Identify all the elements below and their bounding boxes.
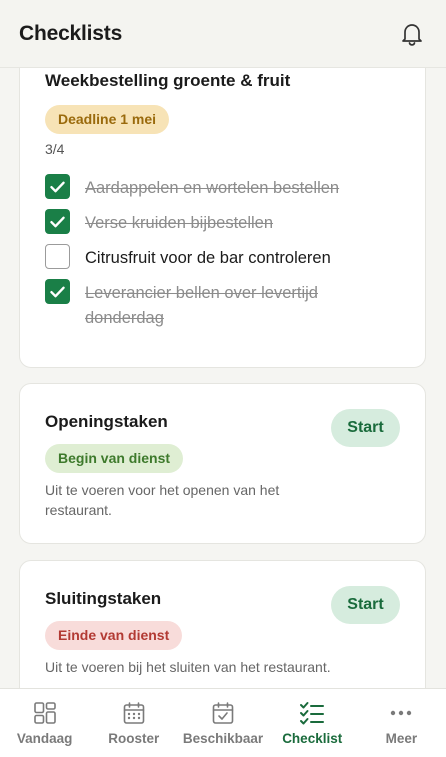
item-label: Citrusfruit voor de bar controleren: [85, 249, 331, 267]
notifications-button[interactable]: [397, 19, 427, 49]
progress-count: 3/4: [45, 141, 65, 157]
start-button[interactable]: Start: [331, 409, 400, 447]
nav-label: Beschikbaar: [182, 731, 264, 746]
shift-badge: Einde van dienst: [45, 621, 183, 650]
check-icon: [50, 181, 65, 192]
card-title: Sluitingstaken: [45, 589, 162, 608]
check-icon: [50, 286, 65, 297]
checklist-card-openingstaken[interactable]: Openingstaken Start Begin van dienst Uit…: [19, 383, 426, 544]
more-dots-icon: [391, 710, 412, 716]
item-label: Leverancier bellen over levertijd donder…: [85, 284, 318, 327]
card-title: Weekbestelling groente & fruit: [45, 71, 291, 90]
checkbox-checked[interactable]: [45, 209, 70, 234]
nav-label: Checklist: [282, 731, 343, 746]
checklist-icon: [300, 702, 325, 725]
checklist-item[interactable]: Leverancier bellen over levertijd donder…: [45, 279, 405, 331]
shift-badge: Begin van dienst: [45, 444, 184, 473]
checkbox-checked[interactable]: [45, 279, 70, 304]
nav-label: Vandaag: [16, 731, 73, 746]
checklist-card-weekbestelling: Weekbestelling groente & fruit Deadline …: [19, 68, 426, 368]
nav-item-checklist[interactable]: Checklist: [268, 689, 357, 757]
calendar-check-icon: [212, 702, 234, 724]
card-title: Openingstaken: [45, 412, 168, 431]
checkbox-unchecked[interactable]: [45, 244, 70, 269]
calendar-icon: [123, 702, 145, 724]
checkbox-checked[interactable]: [45, 174, 70, 199]
checklist-scroll-area[interactable]: Weekbestelling groente & fruit Deadline …: [0, 68, 446, 688]
check-icon: [50, 216, 65, 227]
bell-icon: [402, 23, 422, 46]
item-label: Verse kruiden bijbestellen: [85, 214, 274, 232]
nav-item-rooster[interactable]: Rooster: [89, 689, 178, 757]
nav-item-beschikbaar[interactable]: Beschikbaar: [178, 689, 267, 757]
item-label: Aardappelen en wortelen bestellen: [85, 179, 340, 197]
deadline-badge: Deadline 1 mei: [45, 105, 170, 134]
checklist-item[interactable]: Verse kruiden bijbestellen: [45, 209, 405, 236]
checklist-card-sluitingstaken[interactable]: Sluitingstaken Start Einde van dienst Ui…: [19, 560, 426, 688]
bottom-navigation: Vandaag Rooster Beschikbaar Checklist Me…: [0, 688, 446, 757]
card-description: Uit te voeren bij het sluiten van het re…: [45, 659, 331, 675]
grid-icon: [33, 702, 56, 724]
nav-item-meer[interactable]: Meer: [357, 689, 446, 757]
nav-item-vandaag[interactable]: Vandaag: [0, 689, 89, 757]
nav-label: Meer: [385, 731, 418, 746]
card-description: Uit te voeren voor het openen van het re…: [45, 482, 280, 518]
app-header: Checklists: [0, 0, 446, 68]
start-button[interactable]: Start: [331, 586, 400, 624]
nav-label: Rooster: [108, 731, 160, 746]
page-title: Checklists: [19, 21, 123, 45]
checklist-item[interactable]: Citrusfruit voor de bar controleren: [45, 244, 405, 271]
checklist-item[interactable]: Aardappelen en wortelen bestellen: [45, 174, 405, 201]
